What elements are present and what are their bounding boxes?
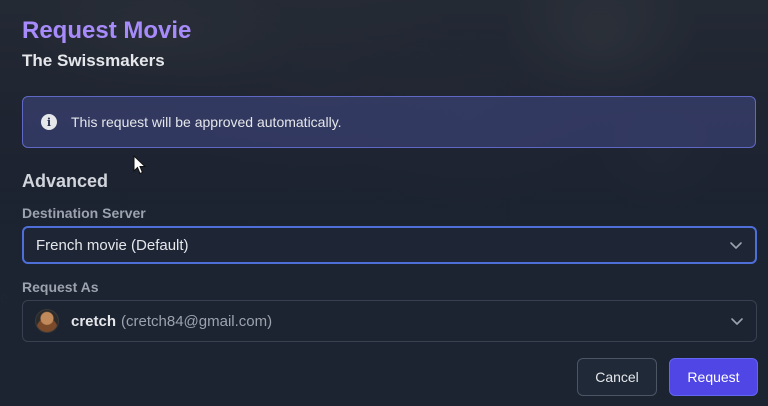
advanced-heading: Advanced (22, 171, 109, 191)
request-as-label: Request As (22, 279, 99, 295)
info-icon: i (41, 114, 57, 130)
cancel-button[interactable]: Cancel (577, 358, 657, 396)
movie-title: The Swissmakers (22, 51, 165, 70)
modal-title: Request Movie (22, 17, 192, 44)
auto-approve-alert: i This request will be approved automati… (22, 96, 756, 148)
request-as-select[interactable]: cretch (cretch84@gmail.com) (22, 300, 757, 342)
screen: e Request Movie The Swissmakers i This r… (0, 0, 768, 406)
mouse-cursor-icon (133, 155, 147, 175)
request-button[interactable]: Request (669, 358, 758, 396)
destination-server-value: French movie (Default) (36, 236, 189, 254)
destination-server-select[interactable]: French movie (Default) (22, 226, 757, 264)
chevron-down-icon (730, 242, 742, 249)
user-name: cretch (71, 312, 117, 330)
chevron-down-icon (731, 318, 743, 325)
avatar (35, 309, 59, 333)
destination-server-label: Destination Server (22, 205, 146, 221)
user-email: (cretch84@gmail.com) (121, 312, 273, 330)
alert-text: This request will be approved automatica… (71, 114, 342, 130)
request-modal: Request Movie The Swissmakers i This req… (0, 0, 768, 406)
